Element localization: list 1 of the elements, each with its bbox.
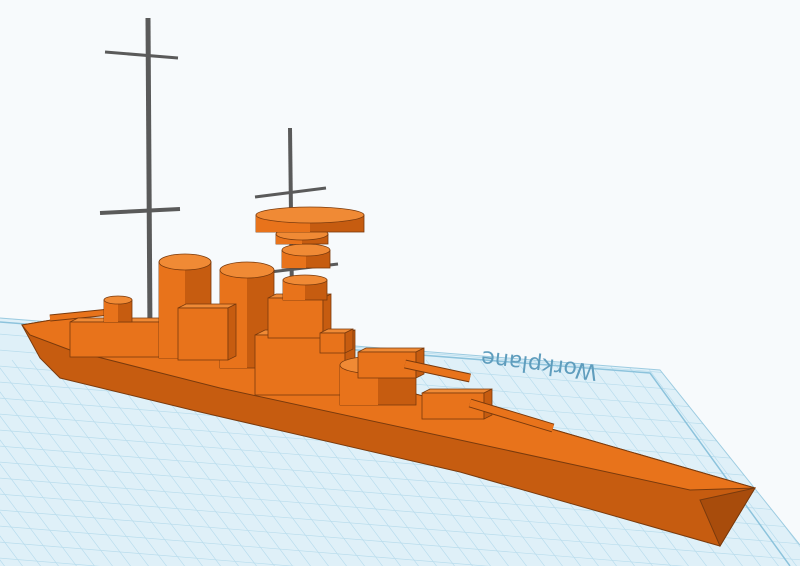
workplane-label: Workplane <box>480 344 599 384</box>
